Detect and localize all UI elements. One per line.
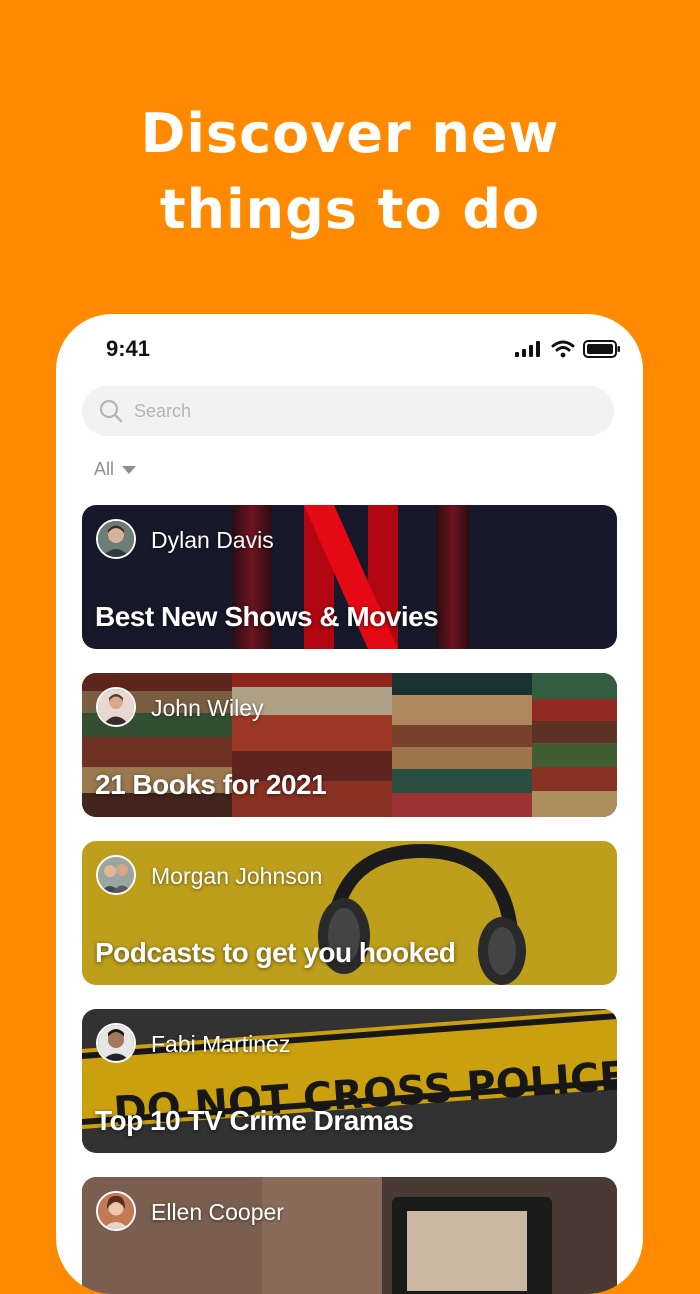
list-card-photo[interactable]: Ellen Cooper <box>82 1177 617 1294</box>
avatar <box>96 855 136 895</box>
list-card-podcasts[interactable]: Morgan Johnson Podcasts to get you hooke… <box>82 841 617 985</box>
card-image-camera <box>82 1177 617 1294</box>
wifi-icon <box>551 340 575 358</box>
avatar <box>96 519 136 559</box>
avatar <box>96 1191 136 1231</box>
battery-icon <box>583 340 620 358</box>
chevron-down-icon <box>122 465 137 474</box>
list-card-shows[interactable]: Dylan Davis Best New Shows & Movies <box>82 505 617 649</box>
headline-line-2: things to do <box>159 178 541 241</box>
phone-frame: 9:41 All <box>56 314 643 1294</box>
search-icon <box>99 399 123 423</box>
card-title: 21 Books for 2021 <box>95 769 327 800</box>
search-bar[interactable] <box>82 386 614 436</box>
list-card-crime[interactable]: DO NOT CROSS POLICE Fabi Martinez Top 10… <box>82 1009 617 1153</box>
filter-dropdown[interactable]: All <box>94 459 137 480</box>
filter-label: All <box>94 459 115 479</box>
status-time: 9:41 <box>106 336 151 361</box>
card-author: Ellen Cooper <box>151 1199 284 1225</box>
headline-line-1: Discover new <box>140 102 560 165</box>
card-title: Top 10 TV Crime Dramas <box>95 1105 414 1136</box>
page-headline: Discover new things to do <box>0 96 700 248</box>
status-icons <box>515 340 621 358</box>
cellular-signal-icon <box>515 341 540 357</box>
avatar <box>96 1023 136 1063</box>
card-title: Podcasts to get you hooked <box>95 937 456 968</box>
list-card-books[interactable]: John Wiley 21 Books for 2021 <box>82 673 617 817</box>
search-input[interactable] <box>132 399 576 423</box>
card-title: Best New Shows & Movies <box>95 601 439 632</box>
card-author: Fabi Martinez <box>151 1031 291 1057</box>
card-author: Dylan Davis <box>151 527 274 553</box>
card-author: Morgan Johnson <box>151 863 323 889</box>
avatar <box>96 687 136 727</box>
card-author: John Wiley <box>151 695 264 721</box>
